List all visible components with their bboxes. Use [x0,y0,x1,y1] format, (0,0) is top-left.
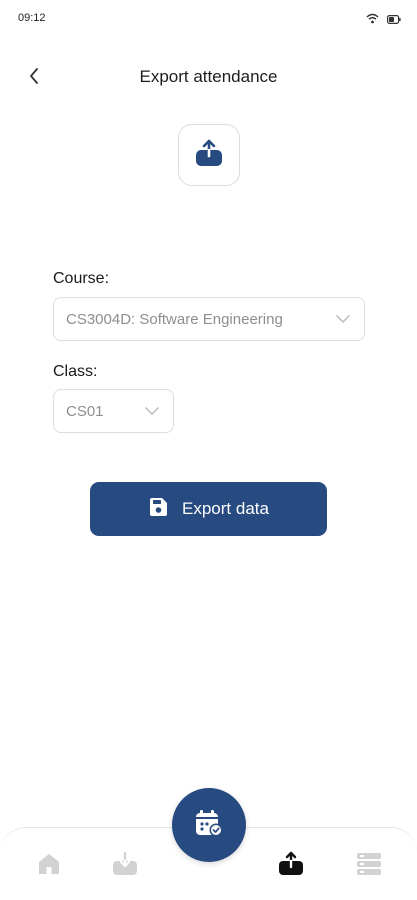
class-select[interactable]: CS01 [53,389,174,433]
calendar-check-icon [193,807,225,844]
status-icons [366,11,401,29]
chevron-down-icon [143,402,161,420]
download-icon [111,851,139,882]
course-select[interactable]: CS3004D: Software Engineering [53,297,365,341]
battery-icon [387,11,401,29]
export-data-button-label: Export data [182,499,269,518]
nav-list[interactable] [353,850,385,882]
nav-home[interactable] [33,850,65,882]
status-bar: 09:12 [0,0,417,36]
nav-download[interactable] [109,850,141,882]
attendance-fab-button[interactable] [172,788,246,862]
home-icon [36,851,62,882]
upload-icon [277,851,305,882]
upload-icon [194,138,224,173]
class-label: Class: [53,363,98,380]
course-select-value: CS3004D: Software Engineering [66,310,283,328]
wifi-icon [366,11,379,29]
status-time: 09:12 [18,12,46,24]
save-icon [148,497,168,522]
list-icon [355,850,383,883]
class-select-value: CS01 [66,402,104,420]
chevron-down-icon [334,310,352,328]
hero-icon-box [178,124,240,186]
course-label: Course: [53,270,110,287]
nav-export[interactable] [275,850,307,882]
export-data-button[interactable]: Export data [90,482,327,536]
header: Export attendance [0,58,417,98]
page-title: Export attendance [139,67,278,86]
